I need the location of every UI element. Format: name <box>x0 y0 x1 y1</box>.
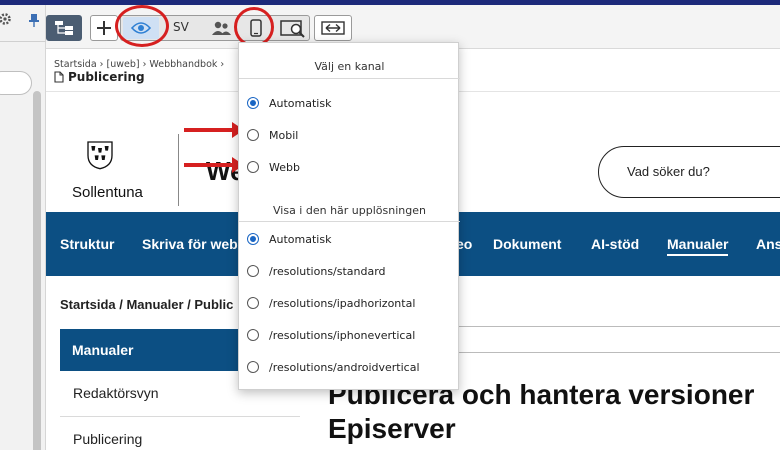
resolution-preview-icon[interactable] <box>279 18 307 38</box>
resolution-option-label: /resolutions/iphonevertical <box>269 328 416 342</box>
resolution-option-label: /resolutions/androidvertical <box>269 360 420 374</box>
tree-icon <box>55 21 73 35</box>
left-pane-divider <box>0 41 46 42</box>
resolution-option[interactable]: /resolutions/standard <box>247 261 386 281</box>
nav-item-skriva[interactable]: Skriva för web <box>142 236 238 252</box>
search-placeholder: Vad söker du? <box>627 164 710 179</box>
side-nav-item[interactable]: Publicering <box>60 417 300 450</box>
site-search-input[interactable]: Vad söker du? <box>598 146 780 198</box>
page-title-text: Publicering <box>68 70 145 84</box>
annotation-circle-preview <box>115 5 169 47</box>
popup-separator <box>239 78 460 79</box>
article-title-line: Episerver <box>328 413 456 444</box>
resolution-radio[interactable] <box>247 265 259 277</box>
channel-option-label: Webb <box>269 160 300 174</box>
resolution-radio[interactable] <box>247 361 259 373</box>
plus-icon <box>97 21 111 35</box>
channel-radio[interactable] <box>247 129 259 141</box>
popup-separator <box>239 221 460 222</box>
language-selector[interactable]: SV <box>173 20 189 34</box>
annotation-arrow-mobil <box>184 122 244 138</box>
page-title: Publicering <box>54 70 145 84</box>
gear-icon[interactable] <box>0 12 14 26</box>
resolution-option[interactable]: /resolutions/androidvertical <box>247 357 420 377</box>
channel-option-label: Mobil <box>269 128 299 142</box>
resolution-radio[interactable] <box>247 329 259 341</box>
channel-radio[interactable] <box>247 97 259 109</box>
resolution-option[interactable]: Automatisk <box>247 229 331 249</box>
channel-heading: Välj en kanal <box>314 60 385 73</box>
nav-item-ans[interactable]: Ans <box>756 236 780 252</box>
visitor-groups-icon[interactable] <box>211 20 231 36</box>
compare-icon <box>321 21 345 35</box>
header-divider <box>178 134 179 206</box>
left-pane-scrollbar[interactable] <box>33 91 41 450</box>
sollentuna-crest-icon[interactable] <box>80 138 140 182</box>
nav-item-ai-stod[interactable]: AI-stöd <box>591 236 639 252</box>
logo-text: Sollentuna <box>72 184 143 201</box>
channel-resolution-popup: Välj en kanal Automatisk Mobil Webb Visa i… <box>238 42 460 390</box>
channel-option[interactable]: Automatisk <box>247 93 331 113</box>
nav-item-manualer[interactable]: Manualer <box>667 236 729 256</box>
resolution-option-label: Automatisk <box>269 232 332 246</box>
resolution-option-label: /resolutions/standard <box>269 264 386 278</box>
breadcrumb[interactable]: Startsida › [uweb] › Webbhandbok › <box>54 59 224 70</box>
add-button[interactable] <box>90 15 118 41</box>
compare-button[interactable] <box>314 15 352 41</box>
resolution-option[interactable]: /resolutions/ipadhorizontal <box>247 293 415 313</box>
resolution-option[interactable]: /resolutions/iphonevertical <box>247 325 415 345</box>
left-pane-search-input[interactable] <box>0 71 32 95</box>
page-icon <box>54 71 64 83</box>
annotation-arrow-webb <box>184 157 244 173</box>
annotation-circle-device <box>234 7 274 47</box>
channel-option[interactable]: Mobil <box>247 125 298 145</box>
left-pane <box>0 5 46 450</box>
pin-icon[interactable] <box>28 13 40 27</box>
resolution-radio[interactable] <box>247 297 259 309</box>
nav-item-dokument[interactable]: Dokument <box>493 236 561 252</box>
nav-item-struktur[interactable]: Struktur <box>60 236 114 252</box>
channel-option[interactable]: Webb <box>247 157 300 177</box>
resolution-heading: Visa i den här upplösningen <box>273 204 426 217</box>
resolution-radio[interactable] <box>247 233 259 245</box>
channel-option-label: Automatisk <box>269 96 332 110</box>
toggle-navigation-pane-button[interactable] <box>46 15 82 41</box>
site-breadcrumb[interactable]: Startsida / Manualer / Public <box>60 297 233 312</box>
channel-radio[interactable] <box>247 161 259 173</box>
resolution-option-label: /resolutions/ipadhorizontal <box>269 296 416 310</box>
episerver-editor-window: SV Startsida › [uweb] › Webbhandbok › Pu… <box>0 0 780 450</box>
